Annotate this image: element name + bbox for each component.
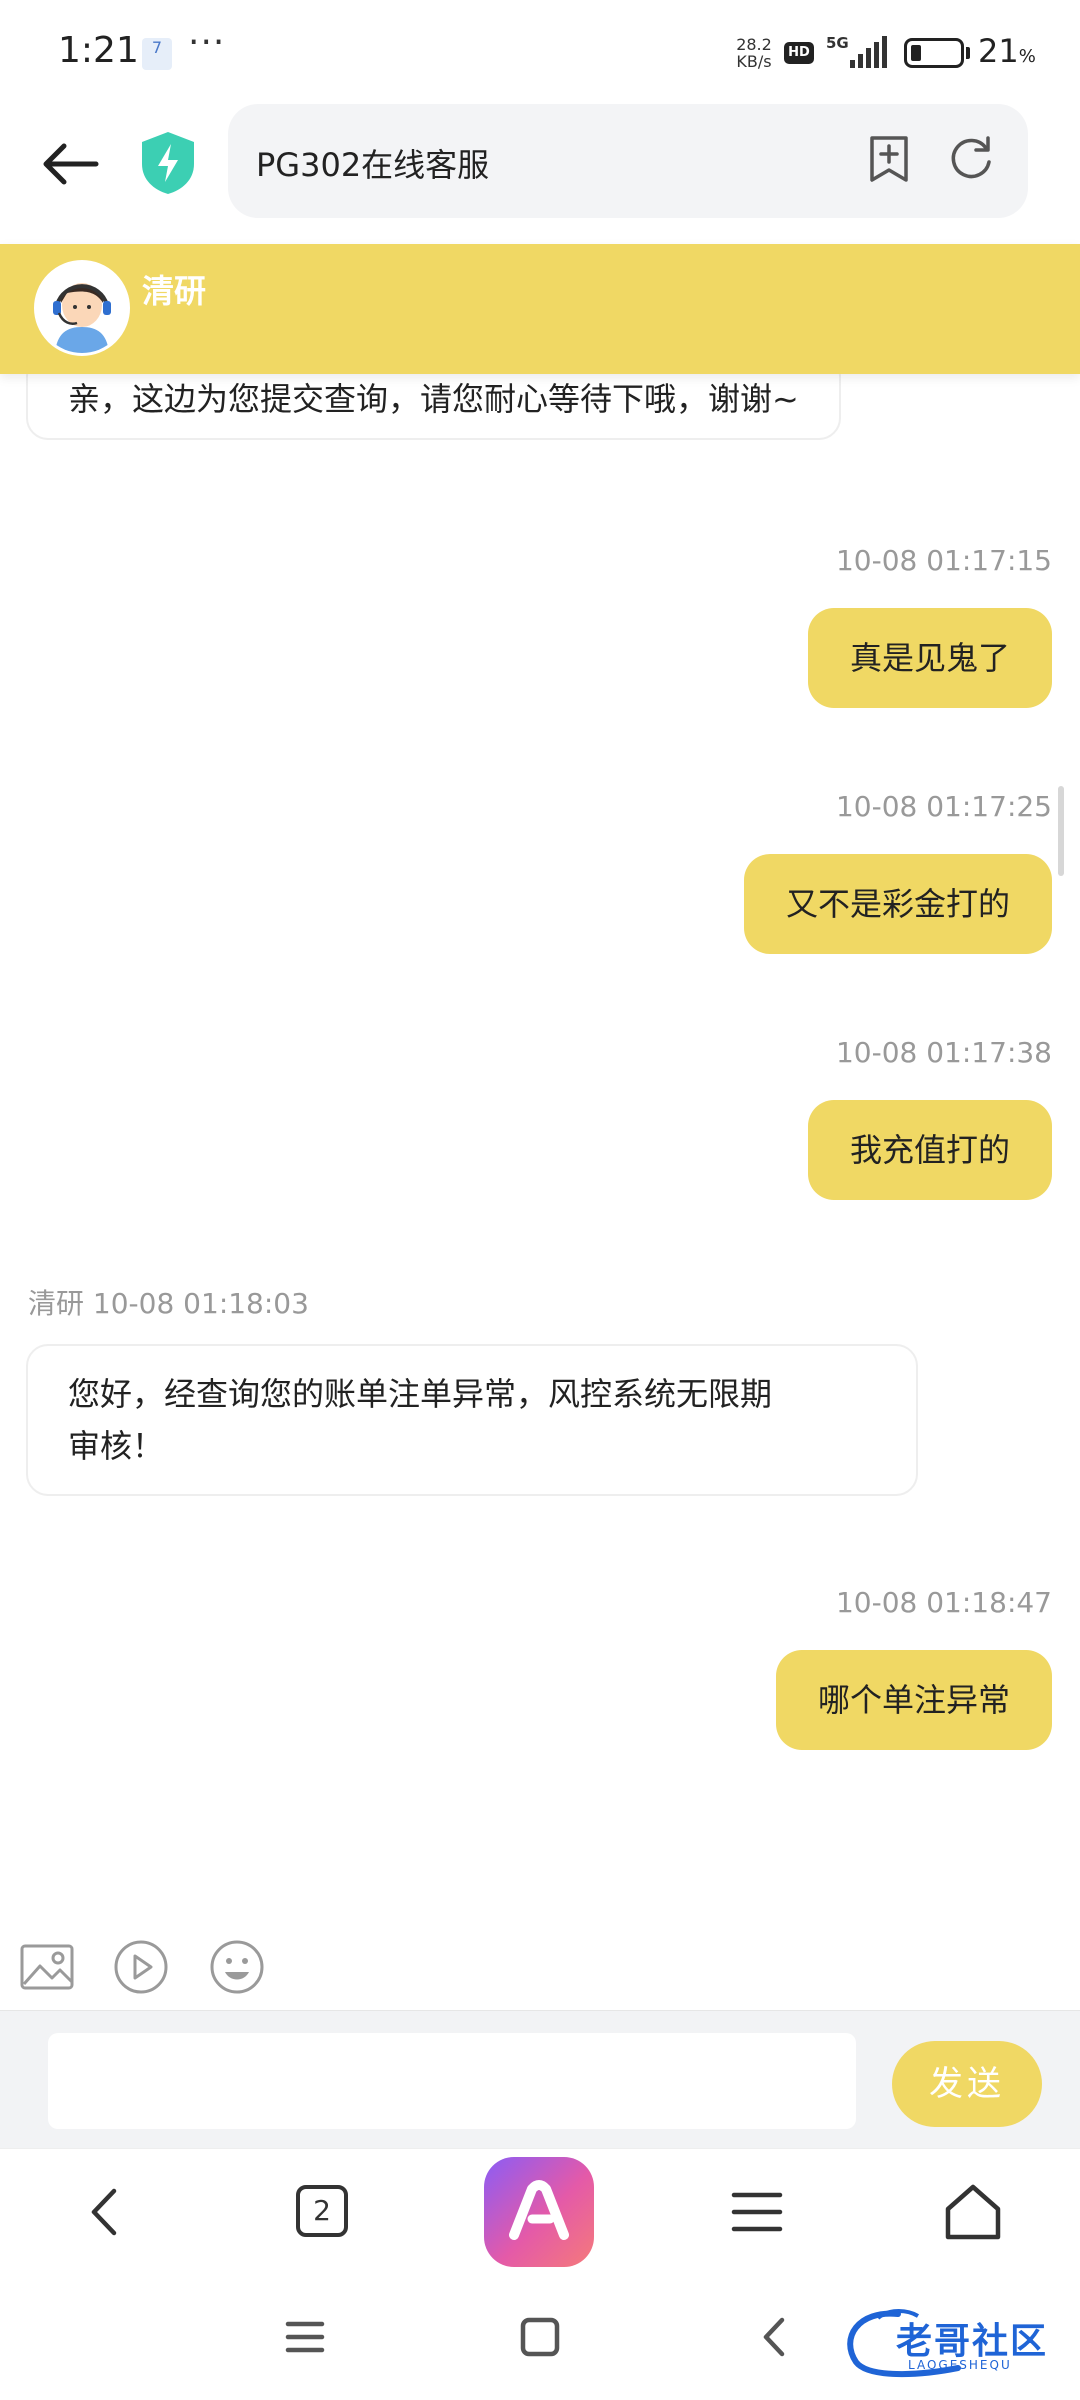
- shield-bolt-icon[interactable]: [138, 130, 198, 196]
- message-text: 又不是彩金打的: [785, 885, 1010, 923]
- home-icon[interactable]: [938, 2177, 1008, 2247]
- agent-avatar-icon: [37, 263, 127, 353]
- message-bubble-user: 我充值打的: [807, 1100, 1052, 1200]
- signal-icon: [850, 36, 887, 68]
- battery-percent: 21%: [978, 32, 1036, 70]
- watermark-title: 老哥社区: [896, 2321, 1049, 2362]
- calendar-notification-icon: 7: [142, 38, 172, 70]
- scrollbar-thumb[interactable]: [1058, 786, 1064, 876]
- chat-header: 清研: [0, 244, 1080, 374]
- battery-icon: [904, 38, 964, 68]
- page-title[interactable]: PG302在线客服: [256, 140, 489, 186]
- system-back-icon[interactable]: [740, 2302, 810, 2372]
- message-timestamp: 10-08 01:17:25: [835, 790, 1052, 823]
- net-speed-unit: KB/s: [736, 52, 772, 71]
- message-bubble-user: 又不是彩金打的: [743, 854, 1052, 954]
- message-timestamp: 10-08 01:17:15: [835, 544, 1052, 577]
- message-text: 我充值打的: [849, 1131, 1010, 1169]
- address-bar[interactable]: PG302在线客服: [228, 104, 1028, 218]
- watermark-logo: 老哥社区 LAOGESHEQU: [838, 2304, 1070, 2384]
- hd-badge: HD: [784, 42, 814, 64]
- message-timestamp: 10-08 01:18:47: [835, 1586, 1052, 1619]
- browser-toolbar: PG302在线客服: [0, 104, 1080, 244]
- message-timestamp: 10-08 01:18:03: [92, 1287, 309, 1320]
- message-bubble-user: 真是见鬼了: [807, 608, 1052, 708]
- message-bubble-agent: 您好，经查询您的账单注单异常，风控系统无限期 审核！: [26, 1344, 918, 1496]
- send-button[interactable]: 发送: [892, 2041, 1042, 2127]
- net-speed-value: 28.2: [736, 35, 772, 54]
- message-sender: 清研: [28, 1287, 85, 1320]
- chevron-left-icon[interactable]: [72, 2177, 142, 2247]
- composer: 发送: [0, 2010, 1080, 2148]
- message-text-line: 您好，经查询您的账单注单异常，风控系统无限期: [68, 1375, 773, 1413]
- agent-name: 清研: [142, 272, 207, 310]
- emoji-icon[interactable]: [208, 1938, 266, 1996]
- message-bubble-user: 哪个单注异常: [775, 1650, 1052, 1750]
- message-sender-line: 清研 10-08 01:18:03: [28, 1282, 309, 1322]
- message-timestamp: 10-08 01:17:38: [835, 1036, 1052, 1069]
- status-time: 1:21: [58, 30, 139, 71]
- watermark-subtitle: LAOGESHEQU: [908, 2358, 1012, 2372]
- browser-bottom-nav: 2: [0, 2148, 1080, 2274]
- recent-apps-icon[interactable]: [270, 2302, 340, 2372]
- message-list[interactable]: 亲，这边为您提交查询，请您耐心等待下哦，谢谢~ 10-08 01:17:15 真…: [0, 354, 1080, 1904]
- battery-tip: [966, 47, 970, 59]
- app-logo-glyph-icon: [509, 2180, 569, 2240]
- refresh-icon[interactable]: [946, 134, 996, 184]
- menu-icon[interactable]: [722, 2177, 792, 2247]
- message-text: 亲，这边为您提交查询，请您耐心等待下哦，谢谢~: [68, 380, 799, 418]
- tabs-icon[interactable]: 2: [296, 2185, 348, 2237]
- message-text: 哪个单注异常: [817, 1681, 1010, 1719]
- square-icon[interactable]: [505, 2302, 575, 2372]
- message-text: 真是见鬼了: [849, 639, 1010, 677]
- net-speed: 28.2 KB/s: [730, 36, 778, 70]
- image-icon[interactable]: [18, 1938, 76, 1996]
- video-icon[interactable]: [112, 1938, 170, 1996]
- attachment-toolbar: [0, 1920, 1080, 2010]
- system-nav-bar: 老哥社区 LAOGESHEQU: [0, 2274, 1080, 2400]
- more-notifications-icon: ···: [188, 22, 226, 63]
- back-arrow-icon[interactable]: [38, 132, 102, 196]
- agent-avatar: [34, 260, 130, 356]
- status-bar: 1:21 7 ··· 28.2 KB/s HD 5G 21%: [0, 0, 1080, 104]
- message-text-line: 审核！: [68, 1427, 165, 1465]
- app-logo-icon[interactable]: [484, 2157, 594, 2267]
- message-input[interactable]: [48, 2033, 856, 2129]
- bookmark-add-icon[interactable]: [864, 134, 914, 184]
